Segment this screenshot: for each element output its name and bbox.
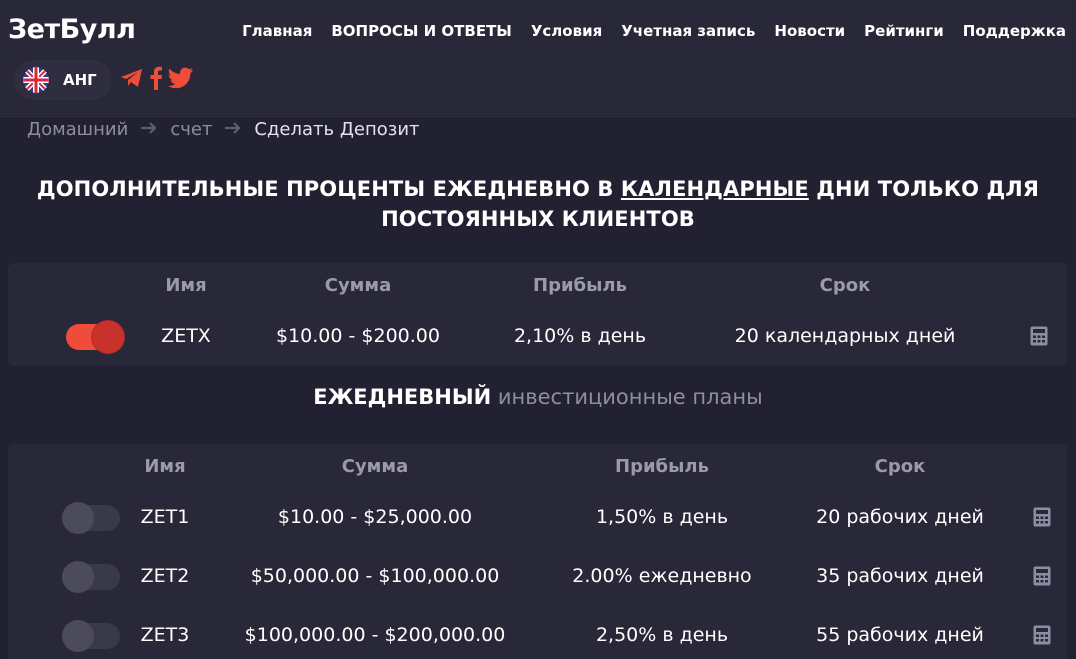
toggle-knob [62,502,94,534]
calculator-icon[interactable] [1033,507,1051,527]
plan-name: ZET3 [140,624,190,646]
column-header-amount: Сумма [341,456,409,477]
facebook-icon[interactable] [149,66,163,94]
daily-plans-title-strong: ЕЖЕДНЕВНЫЙ [313,385,492,409]
twitter-icon[interactable] [168,67,194,93]
plan-term: 55 рабочих дней [816,624,984,646]
nav-ratings[interactable]: Рейтинги [864,22,944,40]
plan-name: ZET1 [140,506,190,528]
arrow-right-icon [140,119,158,140]
social-links [120,66,199,94]
plan-amount: $10.00 - $25,000.00 [277,506,473,528]
daily-plans-card: Имя Сумма Прибыль Срок ZET1 $10.00 - $25… [8,444,1067,659]
toggle-knob [62,561,94,593]
column-header-name: Имя [165,275,207,296]
plan-toggle-zet3[interactable] [62,620,120,652]
plan-term: 20 рабочих дней [816,506,984,528]
plan-term: 20 календарных дней [734,325,956,347]
column-header-profit: Прибыль [533,275,627,296]
site-logo[interactable]: ЗетБулл [8,14,136,45]
plan-toggle-zet1[interactable] [62,502,120,534]
nav-account[interactable]: Учетная запись [621,22,755,40]
language-switcher[interactable]: АНГ [14,60,112,100]
uk-flag-icon [23,67,49,93]
daily-plans-title-rest: инвестиционные планы [497,385,763,409]
toggle-knob [62,620,94,652]
column-header-name: Имя [144,456,186,477]
plan-amount: $50,000.00 - $100,000.00 [250,565,500,587]
breadcrumb-account[interactable]: счет [170,119,212,140]
column-header-term: Срок [874,456,926,477]
telegram-icon[interactable] [120,67,144,93]
breadcrumb-home[interactable]: Домашний [27,119,128,140]
promo-plan-card: Имя Сумма Прибыль Срок ZETX $10.00 - $20… [8,263,1067,366]
nav-news[interactable]: Новости [774,22,845,40]
nav-faq[interactable]: ВОПРОСЫ И ОТВЕТЫ [331,22,511,40]
nav-terms[interactable]: Условия [531,22,602,40]
plan-toggle-zetx[interactable] [66,321,124,353]
breadcrumb: Домашний счет Сделать Депозит [27,119,420,140]
promo-title-underlined: КАЛЕНДАРНЫЕ [620,177,809,201]
plan-name: ZET2 [140,565,190,587]
promo-title: ДОПОЛНИТЕЛЬНЫЕ ПРОЦЕНТЫ ЕЖЕДНЕВНО В КАЛЕ… [20,174,1056,234]
breadcrumb-current: Сделать Депозит [254,119,420,140]
daily-plans-title: ЕЖЕДНЕВНЫЙ инвестиционные планы [0,385,1076,409]
toggle-knob [92,321,124,353]
column-header-amount: Сумма [324,275,392,296]
calculator-icon[interactable] [1033,566,1051,586]
promo-title-part1: ДОПОЛНИТЕЛЬНЫЕ ПРОЦЕНТЫ ЕЖЕДНЕВНО В [36,177,621,201]
top-bar: ЗетБулл Главная ВОПРОСЫ И ОТВЕТЫ Условия… [0,0,1076,119]
arrow-right-icon [224,119,242,140]
plan-term: 35 рабочих дней [816,565,984,587]
column-header-term: Срок [819,275,871,296]
plan-toggle-zet2[interactable] [62,561,120,593]
calculator-icon[interactable] [1030,326,1048,346]
nav-home[interactable]: Главная [242,22,312,40]
plan-amount: $100,000.00 - $200,000.00 [244,624,506,646]
plan-amount: $10.00 - $200.00 [276,325,440,347]
plan-name: ZETX [161,325,211,347]
main-nav: Главная ВОПРОСЫ И ОТВЕТЫ Условия Учетная… [223,22,1066,40]
nav-support[interactable]: Поддержка [963,22,1066,40]
plan-profit: 2,10% в день [513,325,647,347]
calculator-icon[interactable] [1033,625,1051,645]
language-label: АНГ [63,71,97,89]
column-header-profit: Прибыль [615,456,709,477]
